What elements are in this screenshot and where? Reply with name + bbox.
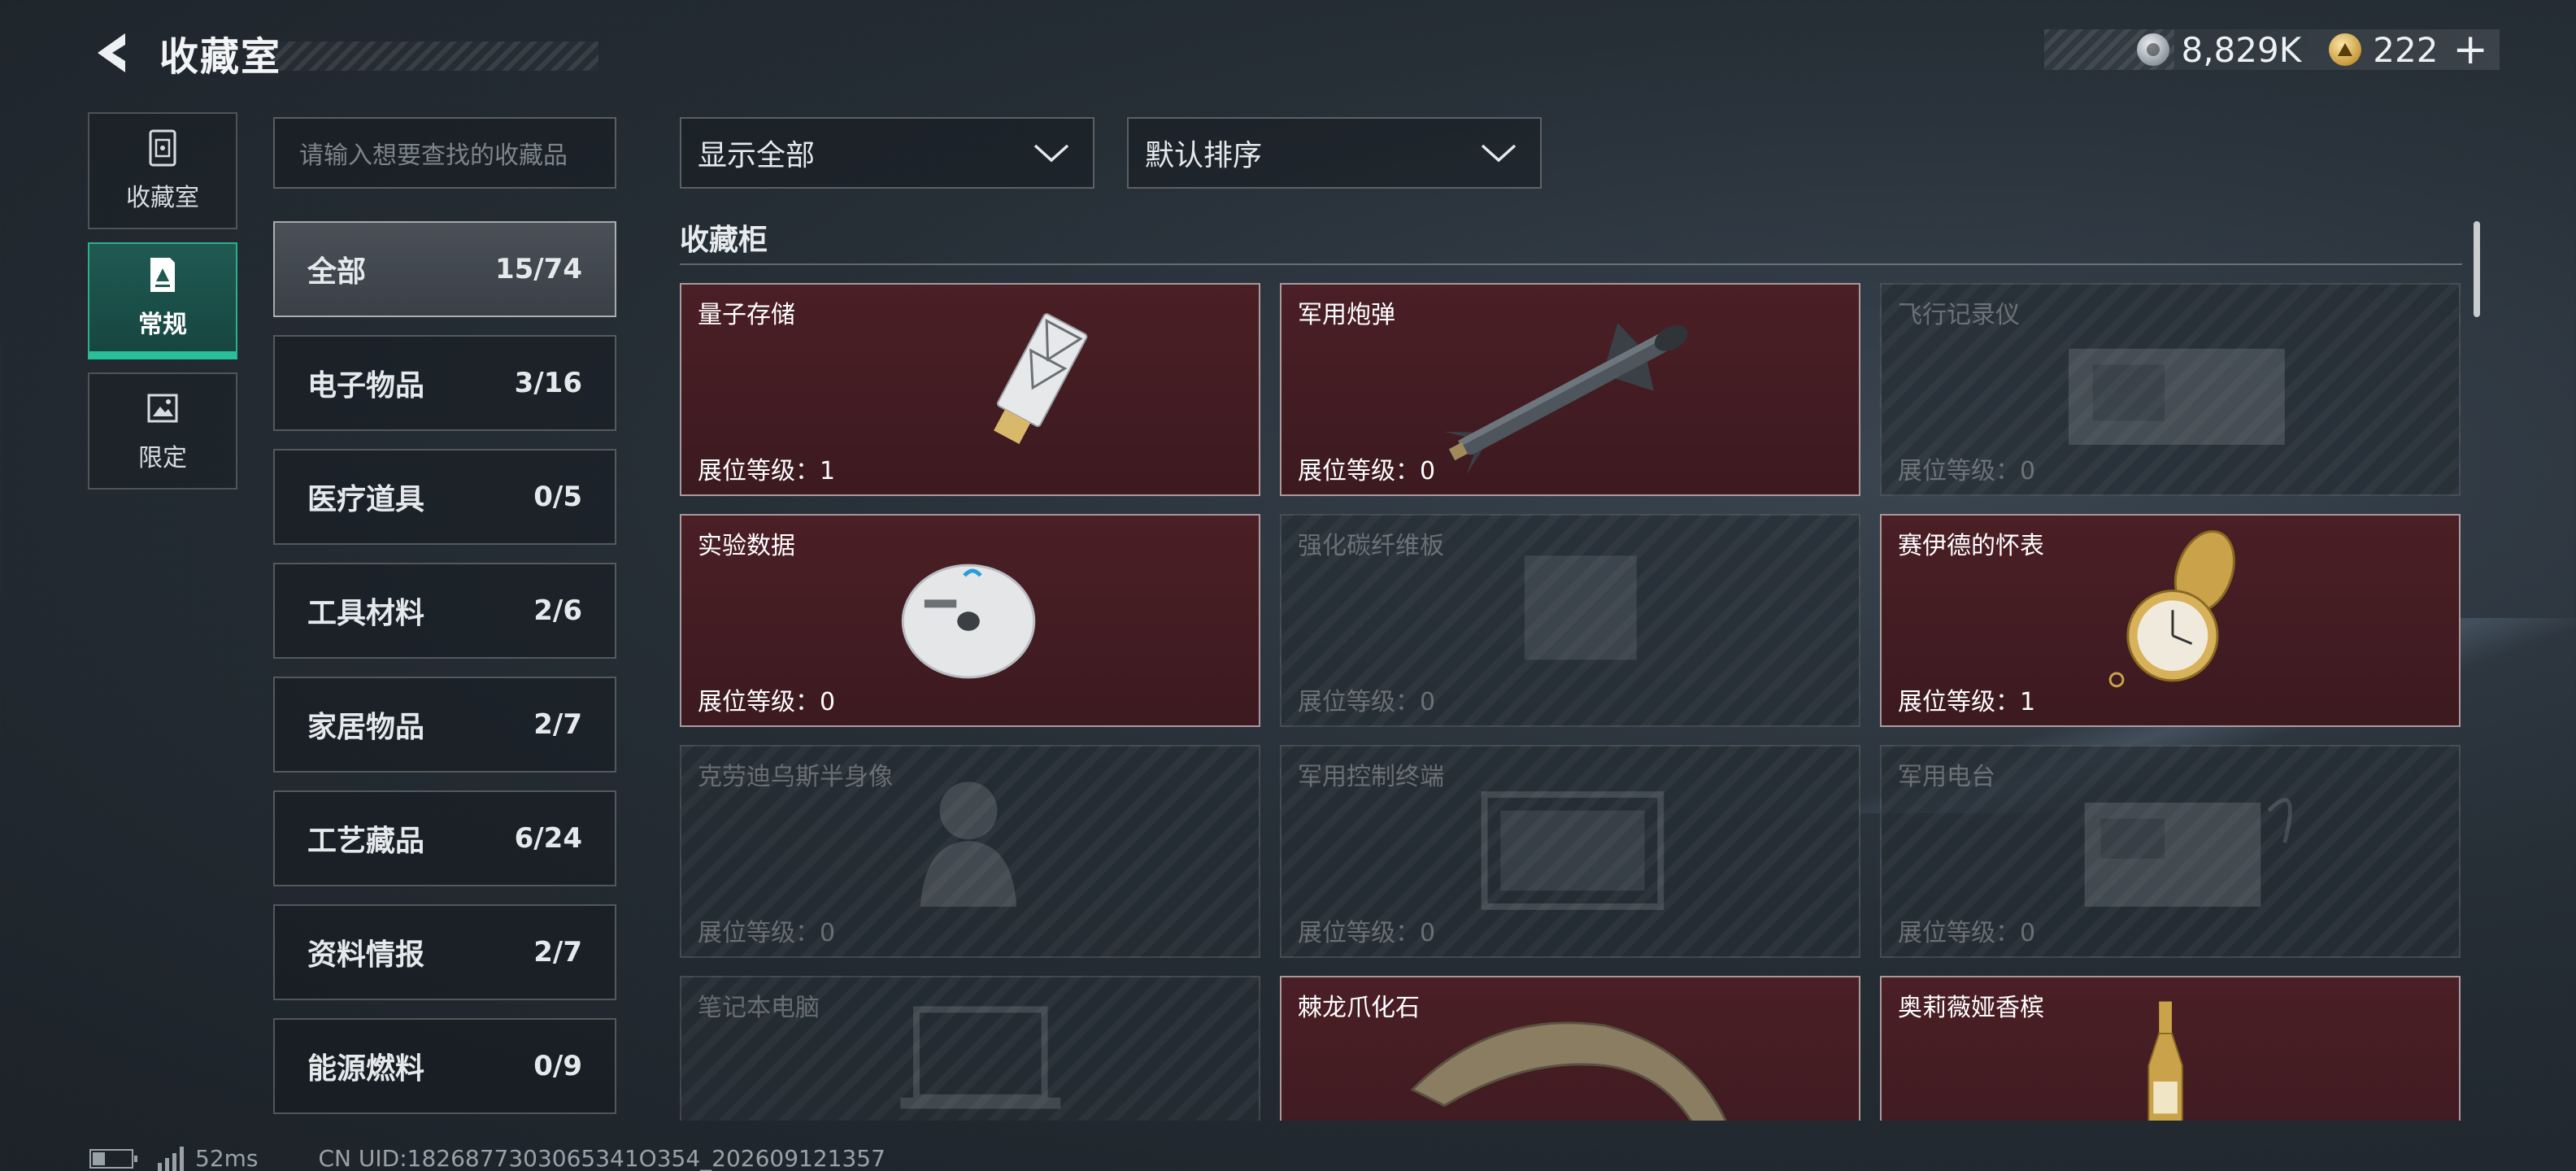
- silver-value: 8,829K: [2181, 29, 2302, 70]
- category-count: 0/5: [533, 481, 582, 513]
- category-name: 工艺藏品: [307, 825, 425, 858]
- section-title: 收藏柜: [680, 224, 768, 257]
- collection-card[interactable]: 克劳迪乌斯半身像 展位等级：0: [680, 745, 1260, 958]
- category-name: 电子物品: [307, 369, 425, 403]
- collection-card[interactable]: 奥莉薇娅香槟: [1880, 976, 2461, 1121]
- status-footer: 52ms CN UID:1826877303065341O354_2026091…: [89, 1145, 886, 1171]
- gold-coin-icon: [2329, 33, 2362, 66]
- filter-dropdown[interactable]: 显示全部: [680, 117, 1094, 189]
- item-level: 展位等级：0: [1898, 457, 2036, 485]
- currency-bar: 8,829K 222 +: [2044, 28, 2500, 71]
- item-level: 展位等级：0: [1898, 919, 2036, 947]
- picture-icon: [147, 394, 178, 423]
- collection-card[interactable]: 笔记本电脑: [680, 976, 1260, 1121]
- item-name: 奥莉薇娅香槟: [1898, 994, 2044, 1022]
- item-name: 赛伊德的怀表: [1898, 532, 2044, 560]
- category-name: 家居物品: [307, 711, 425, 744]
- item-level: 展位等级：1: [1898, 688, 2036, 716]
- category-name: 全部: [307, 255, 367, 289]
- item-level: 展位等级：0: [698, 688, 836, 716]
- collection-card[interactable]: 强化碳纤维板 展位等级：0: [1280, 514, 1860, 727]
- collection-card[interactable]: 实验数据 展位等级：0: [680, 514, 1260, 727]
- title-stripes: [273, 41, 598, 71]
- item-level: 展位等级：0: [1298, 457, 1436, 485]
- collection-card[interactable]: 棘龙爪化石: [1280, 976, 1860, 1121]
- category-name: 能源燃料: [307, 1052, 425, 1086]
- category-all[interactable]: 全部 15/74: [273, 221, 616, 317]
- category-name: 医疗道具: [307, 483, 425, 516]
- item-level: 展位等级：0: [698, 919, 836, 947]
- category-intel[interactable]: 资料情报 2/7: [273, 904, 616, 1000]
- collection-card[interactable]: 量子存储 展位等级：1: [680, 283, 1260, 496]
- item-name: 强化碳纤维板: [1298, 532, 1444, 560]
- category-list: 全部 15/74 电子物品 3/16 医疗道具 0/5 工具材料 2/6 家居物…: [273, 221, 616, 1132]
- battery-icon: [89, 1148, 137, 1169]
- item-level: 展位等级：0: [1298, 688, 1436, 716]
- nav-tab-collection-room[interactable]: 收藏室: [88, 112, 237, 229]
- sort-dropdown-label: 默认排序: [1145, 139, 1263, 172]
- section-divider: [680, 263, 2462, 265]
- search-input[interactable]: 请输入想要查找的收藏品: [273, 117, 616, 189]
- ping-value: 52ms: [195, 1145, 259, 1171]
- grid-scrollbar[interactable]: [2474, 221, 2480, 317]
- item-name: 实验数据: [698, 532, 795, 560]
- collection-card[interactable]: 赛伊德的怀表 展位等级：1: [1880, 514, 2461, 727]
- category-crafts[interactable]: 工艺藏品 6/24: [273, 790, 616, 886]
- header: 收藏室: [89, 24, 598, 81]
- signal-icon: [158, 1146, 184, 1171]
- category-name: 资料情报: [307, 938, 425, 972]
- item-name: 笔记本电脑: [698, 994, 820, 1022]
- title-wrap: 收藏室: [159, 30, 598, 80]
- nav-tab-limited[interactable]: 限定: [88, 372, 237, 490]
- filter-dropdown-label: 显示全部: [698, 139, 816, 172]
- category-electronics[interactable]: 电子物品 3/16: [273, 335, 616, 431]
- category-count: 2/7: [533, 936, 582, 969]
- item-name: 军用控制终端: [1298, 763, 1444, 791]
- collection-card[interactable]: 军用电台 展位等级：0: [1880, 745, 2461, 958]
- sort-dropdown[interactable]: 默认排序: [1127, 117, 1542, 189]
- category-count: 6/24: [514, 822, 582, 855]
- nav-tab-label: 常规: [138, 311, 187, 339]
- chevron-down-icon: [1033, 144, 1069, 163]
- back-arrow-icon[interactable]: [89, 28, 135, 77]
- collection-card[interactable]: 军用炮弹 展位等级：0: [1280, 283, 1860, 496]
- category-name: 工具材料: [307, 597, 425, 630]
- category-tools[interactable]: 工具材料 2/6: [273, 563, 616, 659]
- page-title: 收藏室: [159, 34, 282, 80]
- category-medical[interactable]: 医疗道具 0/5: [273, 449, 616, 545]
- item-name: 克劳迪乌斯半身像: [698, 763, 893, 791]
- category-count: 15/74: [494, 253, 582, 285]
- category-count: 2/7: [533, 708, 582, 741]
- nav-tab-regular[interactable]: 常规: [88, 242, 237, 359]
- item-name: 飞行记录仪: [1898, 301, 2020, 329]
- category-count: 0/9: [533, 1050, 582, 1082]
- collection-grid: 量子存储 展位等级：1 军用炮弹 展位等级：0 飞行记录仪 展位等级：0 实验数…: [680, 283, 2461, 1121]
- chevron-down-icon: [1481, 144, 1516, 163]
- item-name: 军用电台: [1898, 763, 1995, 791]
- left-nav: 收藏室 常规 限定: [88, 112, 237, 503]
- nav-tab-label: 限定: [138, 444, 187, 472]
- collection-card[interactable]: 军用控制终端 展位等级：0: [1280, 745, 1860, 958]
- category-energy[interactable]: 能源燃料 0/9: [273, 1018, 616, 1114]
- nav-tab-label: 收藏室: [126, 184, 199, 212]
- item-level: 展位等级：1: [698, 457, 836, 485]
- category-count: 2/6: [533, 594, 582, 627]
- item-name: 军用炮弹: [1298, 301, 1395, 329]
- item-name: 量子存储: [698, 301, 795, 329]
- collection-card[interactable]: 飞行记录仪 展位等级：0: [1880, 283, 2461, 496]
- add-currency-button[interactable]: +: [2452, 28, 2488, 71]
- category-household[interactable]: 家居物品 2/7: [273, 677, 616, 773]
- card-icon: [150, 258, 175, 292]
- gold-value: 222: [2373, 29, 2439, 70]
- item-name: 棘龙爪化石: [1298, 994, 1420, 1022]
- locker-icon: [149, 129, 176, 167]
- category-count: 3/16: [514, 367, 582, 399]
- user-uid: CN UID:1826877303065341O354_202609121357: [318, 1145, 886, 1171]
- item-level: 展位等级：0: [1298, 919, 1436, 947]
